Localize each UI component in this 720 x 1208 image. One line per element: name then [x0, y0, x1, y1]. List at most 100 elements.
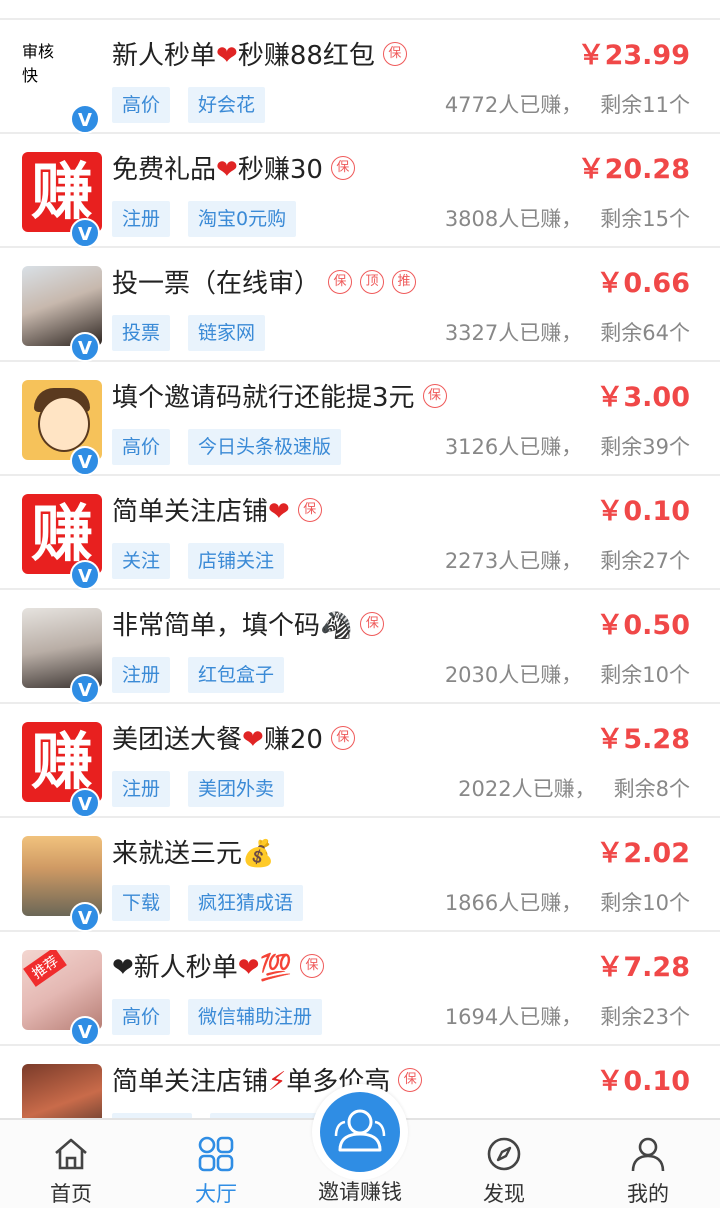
title-emoji: ⚡	[268, 1067, 287, 1097]
avatar-text: 赚	[30, 725, 93, 798]
title-text: 简单关注店铺	[112, 497, 269, 527]
task-tag: 注册	[112, 771, 171, 807]
guarantee-badge: 保	[328, 269, 353, 294]
task-row[interactable]: 赚 V 简单关注店铺❤ 保 ￥0.10 关注 店铺关注 2273人已赚， 剩余27个	[0, 476, 720, 590]
home-icon	[55, 1138, 87, 1170]
task-row[interactable]: 推荐 V ❤新人秒单❤💯 保 ￥7.28 高价 微信辅助注册 1694人已赚， 剩余23个	[0, 932, 720, 1046]
task-stats: 3808人已赚， 剩余15个	[445, 201, 690, 237]
task-stats: 1694人已赚， 剩余23个	[445, 999, 690, 1035]
task-tag: 高价	[112, 999, 171, 1035]
guarantee-badge: 顶	[360, 269, 385, 294]
task-tag: 关注	[112, 543, 171, 579]
list-top-edge	[0, 0, 720, 20]
tab-hall-label: 大厅	[195, 1182, 237, 1206]
earned-count: 1866人已赚，	[444, 891, 583, 915]
task-stats: 4772人已赚， 剩余11个	[445, 87, 690, 123]
earned-count: 3808人已赚，	[444, 207, 583, 231]
tab-home-label: 首页	[50, 1182, 92, 1206]
task-tags: 下载 疯狂猜成语	[112, 885, 321, 921]
task-row[interactable]: 赚 V 免费礼品❤秒赚30 保 ￥20.28 注册 淘宝0元购 3808人已赚， 剩余15个	[0, 134, 720, 248]
task-tag: 下载	[112, 885, 171, 921]
task-title: 非常简单，填个码🦓 保	[112, 608, 385, 644]
remaining-count: 剩余11个	[600, 93, 690, 117]
task-tag: 注册	[112, 201, 171, 237]
task-tag: 微信辅助注册	[188, 999, 323, 1035]
task-price: ￥3.00	[596, 382, 690, 413]
verified-icon: V	[70, 446, 100, 476]
task-tag: 高价	[112, 429, 171, 465]
title-emoji: ❤	[237, 953, 260, 983]
guarantee-badge: 保	[330, 155, 355, 180]
task-stats: 2030人已赚， 剩余10个	[445, 657, 690, 693]
task-row[interactable]: 赚 V 美团送大餐❤赚20 保 ￥5.28 注册 美团外卖 2022人已赚， 剩余8个	[0, 704, 720, 818]
remaining-count: 剩余39个	[600, 435, 690, 459]
guarantee-badge: 保	[398, 1067, 423, 1092]
guarantee-badge: 保	[330, 725, 355, 750]
title-emoji: 💰	[242, 839, 275, 869]
tab-home[interactable]: 首页	[16, 1120, 126, 1208]
earned-count: 2273人已赚，	[444, 549, 583, 573]
task-tag: 今日头条极速版	[188, 429, 342, 465]
task-title: ❤新人秒单❤💯 保	[112, 950, 324, 986]
avatar-text: 赚	[30, 497, 93, 570]
verified-icon: V	[70, 902, 100, 932]
tab-discover-label: 发现	[483, 1182, 525, 1206]
title-text: 新人秒单	[112, 41, 217, 71]
remaining-count: 剩余10个	[600, 891, 690, 915]
remaining-count: 剩余8个	[613, 777, 690, 801]
task-price: ￥0.66	[596, 268, 690, 299]
task-tag: 红包盒子	[188, 657, 285, 693]
tab-discover[interactable]: 发现	[449, 1120, 559, 1208]
task-tag: 疯狂猜成语	[188, 885, 304, 921]
task-row[interactable]: V 来就送三元💰 ￥2.02 下载 疯狂猜成语 1866人已赚， 剩余10个	[0, 818, 720, 932]
avatar-text: 审核	[22, 42, 55, 61]
task-row[interactable]: V 非常简单，填个码🦓 保 ￥0.50 注册 红包盒子 2030人已赚， 剩余10个	[0, 590, 720, 704]
remaining-count: 剩余27个	[600, 549, 690, 573]
tab-mine-label: 我的	[627, 1182, 669, 1206]
earned-count: 2030人已赚，	[444, 663, 583, 687]
compass-icon	[487, 1137, 521, 1171]
title-emoji: 🦓	[320, 611, 353, 641]
tab-mine[interactable]: 我的	[593, 1120, 703, 1208]
task-price: ￥7.28	[596, 952, 690, 983]
task-title: 新人秒单❤秒赚88红包保	[112, 38, 407, 74]
earned-count: 4772人已赚，	[444, 93, 583, 117]
verified-icon: V	[70, 674, 100, 704]
task-row[interactable]: V 投一票（在线审） 保顶推 ￥0.66 投票 链家网 3327人已赚， 剩余64个	[0, 248, 720, 362]
guarantee-badge: 保	[382, 41, 407, 66]
tab-hall[interactable]: 大厅	[161, 1120, 271, 1208]
title-text: 来就送三元	[112, 839, 243, 869]
task-tags: 关注 店铺关注	[112, 543, 302, 579]
task-title: 来就送三元💰	[112, 836, 274, 872]
verified-icon: V	[70, 788, 100, 818]
remaining-count: 剩余64个	[600, 321, 690, 345]
title-text: 非常简单，填个码	[112, 611, 321, 641]
task-tags: 注册 淘宝0元购	[112, 201, 314, 237]
task-tags: 高价 好会花	[112, 87, 283, 123]
avatar-text: 赚	[30, 155, 93, 228]
title-text: 简单关注店铺	[112, 1067, 269, 1097]
recommend-tag: 推荐	[23, 950, 67, 987]
task-row[interactable]: 审核快 V 新人秒单❤秒赚88红包保 ￥23.99 高价 好会花 4772人已赚， 剩余11个	[0, 20, 720, 134]
task-stats: 2273人已赚， 剩余27个	[445, 543, 690, 579]
verified-icon: V	[70, 1016, 100, 1046]
invite-label: 邀请赚钱	[318, 1180, 402, 1204]
task-price: ￥2.02	[596, 838, 690, 869]
task-list: 审核快 V 新人秒单❤秒赚88红包保 ￥23.99 高价 好会花 4772人已赚， 剩余11个…	[0, 0, 720, 1160]
task-price: ￥0.10	[596, 496, 690, 527]
task-title: 简单关注店铺❤ 保	[112, 494, 322, 530]
user-icon	[631, 1137, 665, 1172]
cartoon-face	[38, 396, 90, 452]
task-tags: 注册 红包盒子	[112, 657, 302, 693]
remaining-count: 剩余23个	[600, 1005, 690, 1029]
task-stats: 3126人已赚， 剩余39个	[445, 429, 690, 465]
earned-count: 1694人已赚，	[444, 1005, 583, 1029]
invite-button[interactable]	[312, 1084, 408, 1180]
title-emoji: ❤	[216, 41, 238, 71]
task-row[interactable]: V 填个邀请码就行还能提3元保 ￥3.00 高价 今日头条极速版 3126人已赚， 剩余39…	[0, 362, 720, 476]
task-stats: 1866人已赚， 剩余10个	[445, 885, 690, 921]
task-tags: 高价 微信辅助注册	[112, 999, 340, 1035]
verified-icon: V	[70, 560, 100, 590]
task-tags: 投票 链家网	[112, 315, 283, 351]
remaining-count: 剩余10个	[600, 663, 690, 687]
